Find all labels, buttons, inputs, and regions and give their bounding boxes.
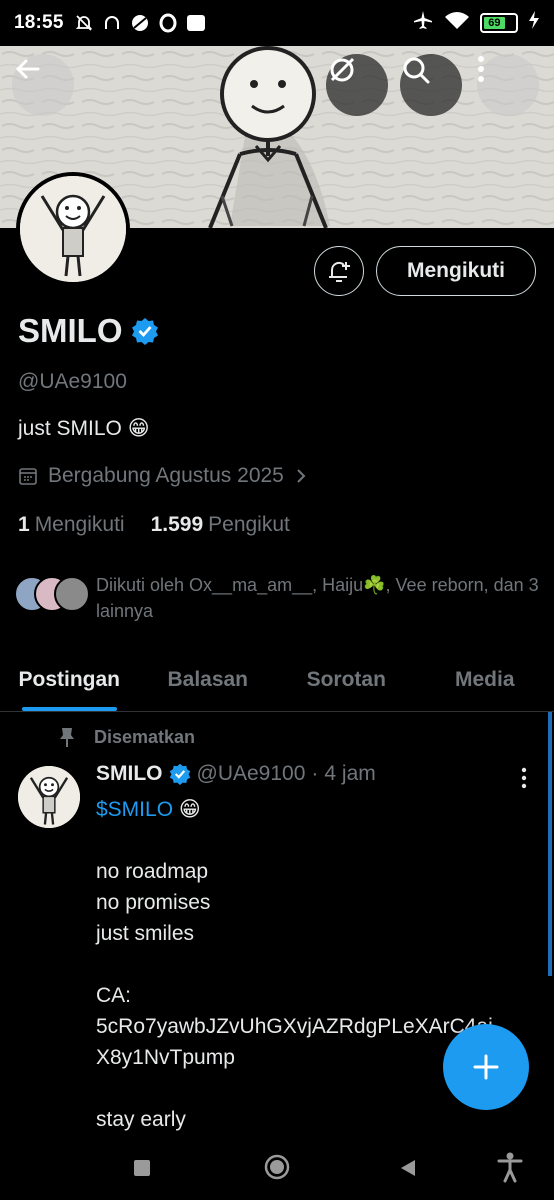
profile-avatar[interactable] [16,172,130,286]
followers-count: 1.599 [150,513,204,536]
following-button[interactable]: Mengikuti [376,246,536,296]
post-author-avatar[interactable] [18,766,80,828]
cashtag-link[interactable]: $SMILO [96,798,173,821]
followers-label: Pengikut [208,513,290,536]
system-nav-bar [0,1136,554,1200]
profile-tabs: Postingan Balasan Sorotan Media [0,648,554,712]
more-vertical-icon [521,767,527,789]
headphones-icon [102,13,122,33]
followed-by-row[interactable]: Diikuti oleh Ox__ma_am__, Haiju☘️, Vee r… [14,572,544,624]
tab-posts[interactable]: Postingan [0,648,139,711]
profile-bio: just SMILO 😁 [18,417,150,440]
tab-highlights[interactable]: Sorotan [277,648,416,711]
recents-button[interactable] [130,1156,154,1180]
wifi-icon [444,10,470,36]
post-avatar-drawing [18,766,80,828]
search-button[interactable] [400,54,462,116]
chevron-right-icon [297,469,306,483]
more-button[interactable] [477,54,539,116]
post-emoji: 😁 [178,798,201,821]
post-separator: · [311,762,319,785]
charging-icon [528,10,540,36]
avatar [54,576,90,612]
back-button[interactable] [12,54,74,116]
more-vertical-icon [478,56,484,82]
airplane-mode-icon [412,9,434,37]
home-button[interactable] [262,1152,292,1182]
verified-badge-icon [169,763,190,785]
plus-icon [473,1054,499,1080]
following-label: Mengikuti [34,513,125,536]
ad-blocker-icon [186,13,206,33]
post-line: no roadmap [96,860,209,883]
profile-name-row: SMILO [18,312,159,350]
back-nav-button[interactable] [396,1156,420,1180]
post-more-button[interactable] [512,764,536,792]
tab-media[interactable]: Media [416,648,554,711]
following-count: 1 [18,513,30,536]
back-triangle-icon [401,1160,415,1176]
follow-stats: 1 Mengikuti 1.599 Pengikut [18,513,290,537]
scrollbar[interactable] [548,712,552,976]
bell-plus-icon [329,261,350,282]
accessibility-button[interactable] [494,1150,526,1184]
pinned-label: Disematkan [94,726,196,747]
accessibility-icon [497,1152,523,1183]
post-line: no promises [96,891,211,914]
post-header: SMILO @UAe9100 · 4 jam [96,762,376,786]
vpn-icon [130,13,150,33]
status-time: 18:55 [14,12,64,33]
post-time: 4 jam [324,762,376,785]
followed-by-text: Diikuti oleh Ox__ma_am__, Haiju☘️, Vee r… [96,575,539,621]
notifications-off-icon [74,13,94,33]
arrow-left-icon [15,59,40,79]
avatar-drawing [20,176,126,282]
status-bar: 18:55 69 [0,0,554,46]
notification-bell-button[interactable] [314,246,364,296]
joined-row[interactable]: Bergabung Agustus 2025 [18,464,308,488]
search-icon [403,57,430,84]
post-author-name[interactable]: SMILO [96,762,163,786]
pinned-indicator: Disematkan [58,726,195,748]
post-line: just smiles [96,922,195,945]
follower-avatars [14,572,90,612]
profile-name: SMILO [18,312,123,349]
following-stat[interactable]: 1 Mengikuti [18,513,125,537]
profile-handle: @UAe9100 [18,370,127,393]
joined-date: Bergabung Agustus 2025 [48,464,284,487]
battery-icon: 69 [480,13,518,33]
compose-post-button[interactable] [443,1024,529,1110]
pin-icon [60,728,74,747]
post-first-line: $SMILO 😁 [96,794,536,825]
tab-replies[interactable]: Balasan [139,648,278,711]
post-closing: stay early [96,1108,186,1131]
home-circle-icon [264,1154,290,1180]
ca-label: CA: [96,984,132,1007]
post-author-handle: @UAe9100 [196,762,306,785]
opera-icon [158,13,178,33]
battery-level: 69 [484,17,505,29]
recents-square-icon [134,1160,150,1176]
grok-icon [330,57,355,82]
verified-badge-icon[interactable] [131,317,159,345]
followers-stat[interactable]: 1.599 Pengikut [151,513,290,537]
calendar-icon [19,468,37,485]
grok-button[interactable] [326,54,388,116]
